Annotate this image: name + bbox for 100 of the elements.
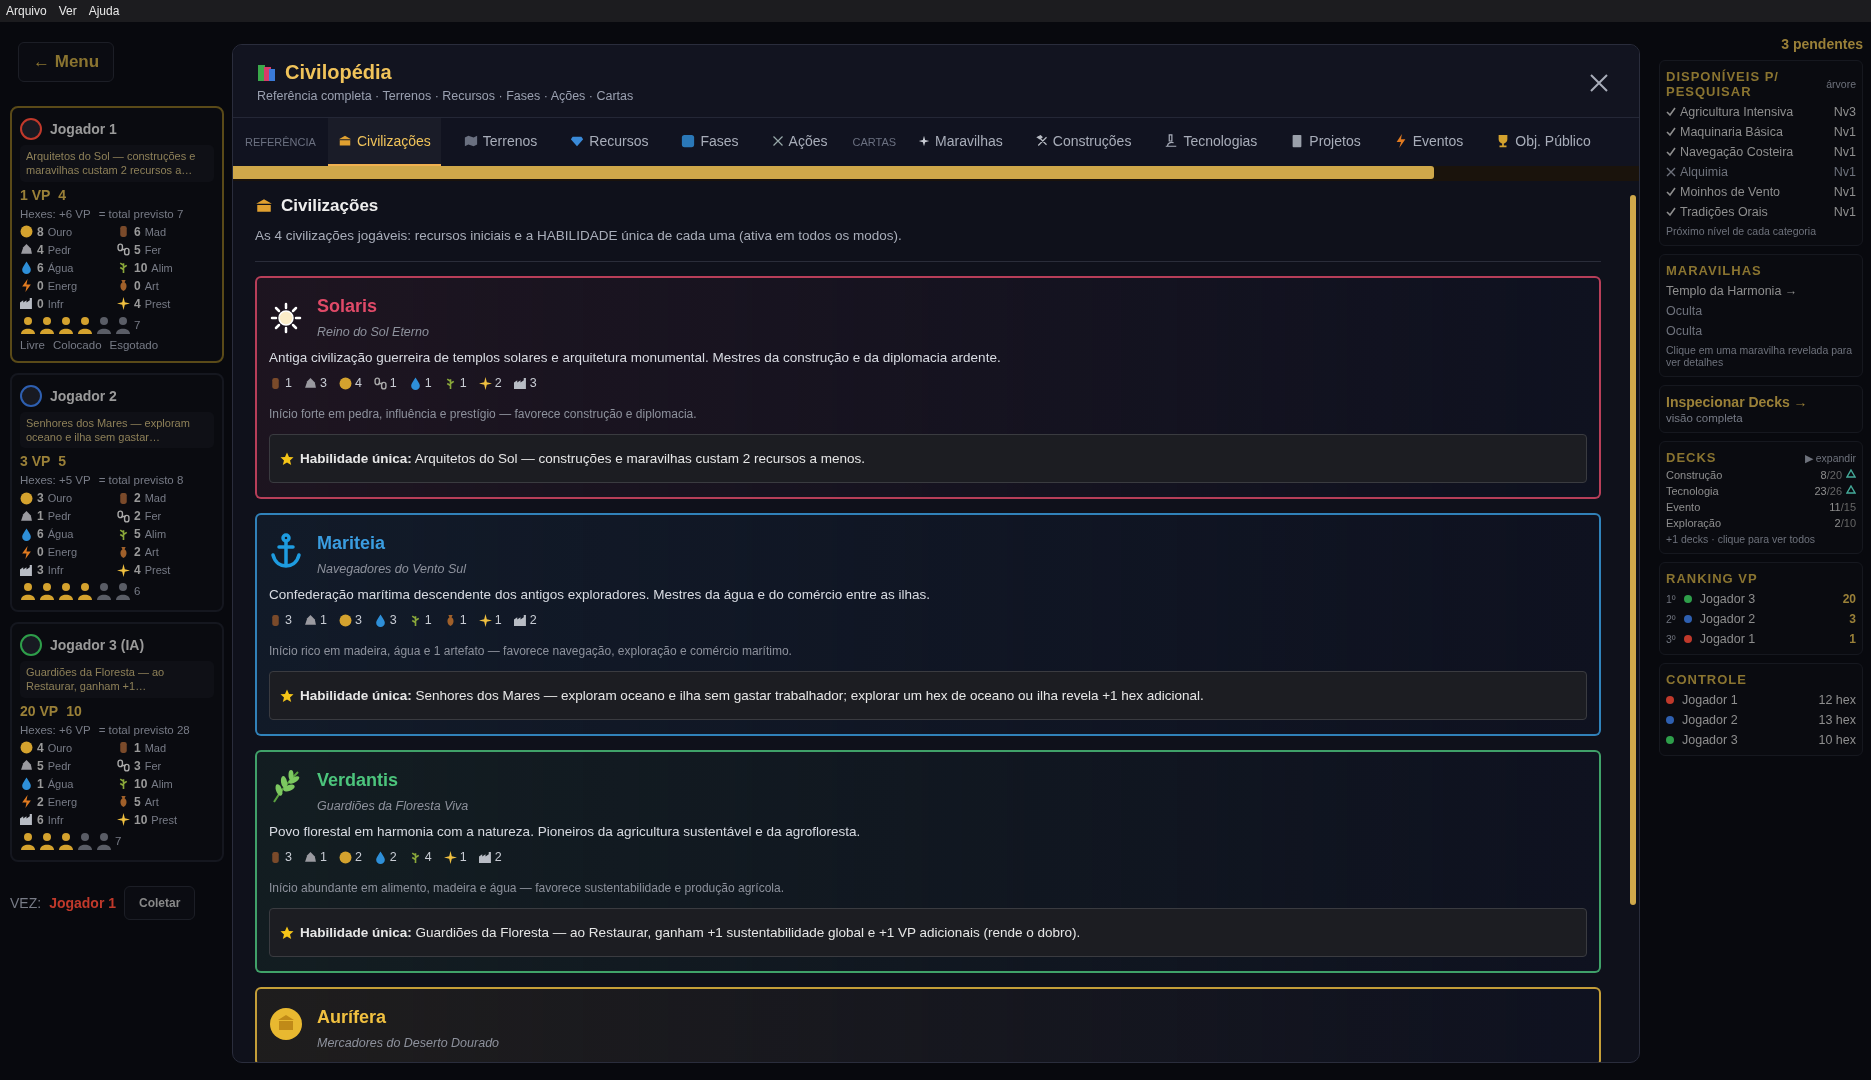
books-icon [257, 62, 277, 83]
hex-count: 10 hex [1818, 733, 1856, 747]
tab[interactable]: Recursos [560, 118, 659, 166]
tab[interactable]: Ações [761, 118, 838, 166]
resource-amount: 3 [529, 376, 537, 390]
worker-icon [58, 315, 74, 334]
chain-icon [117, 759, 130, 773]
resource-amount: 3 [389, 613, 397, 627]
microscope-icon [1164, 134, 1179, 148]
tab[interactable]: Civilizações [327, 118, 441, 166]
resource-amount: 0 [134, 278, 141, 293]
resource-amount: 1 [424, 376, 432, 390]
research-item[interactable]: Navegação Costeira Nv1 [1666, 145, 1856, 159]
stone-icon [303, 850, 317, 864]
horizontal-scrollbar[interactable] [233, 166, 1639, 181]
tab[interactable]: Tecnologias [1154, 118, 1268, 166]
map-icon [463, 134, 478, 148]
worker-icon [96, 582, 112, 601]
bolt-icon [20, 795, 33, 809]
inspect-decks-button[interactable]: Inspecionar Decks → visão completa [1659, 385, 1863, 433]
tab[interactable]: Fases [671, 118, 749, 166]
log-icon [117, 491, 130, 505]
resource-name: Ouro [47, 225, 73, 238]
resource-amount: 2 [134, 545, 141, 560]
chain-icon [117, 243, 130, 257]
wonder-item[interactable]: Oculta [1666, 304, 1856, 318]
civilization-name: Solaris [317, 296, 379, 317]
drop-icon [373, 613, 387, 627]
tab[interactable]: Terrenos [453, 118, 548, 166]
menu-item[interactable]: Ver [54, 2, 81, 20]
resource-amount: 3 [37, 563, 44, 578]
legend-text: Colocado [52, 338, 102, 351]
resource-amount: 0 [37, 278, 44, 293]
civilization-epithet: Reino do Sol Eterno [317, 325, 429, 339]
resource-amount: 1 [319, 850, 327, 864]
sparkle-icon [117, 297, 130, 311]
resource-amount: 3 [285, 613, 292, 627]
vp-count: 20 VP [20, 702, 59, 719]
legend-text: Livre [20, 338, 45, 351]
hammer-icon [1035, 135, 1048, 147]
sparkle-icon [443, 850, 457, 864]
resource-name: Água [47, 777, 74, 790]
resource-name: Pedr [47, 759, 71, 772]
resource-amount: 5 [37, 758, 44, 773]
player-name: Jogador 3 [1682, 733, 1739, 747]
coin-icon [338, 613, 352, 627]
resource-amount: 1 [134, 740, 141, 755]
resource-amount: 1 [285, 376, 292, 390]
expand-link[interactable]: ▶ expandir [1804, 451, 1856, 464]
collect-button[interactable]: Coletar [124, 885, 196, 920]
turn-player: Jogador 1 [49, 894, 117, 911]
close-icon [1589, 73, 1609, 93]
coin-icon [20, 225, 33, 239]
log-icon [117, 225, 130, 239]
sparkle-icon [478, 376, 492, 390]
research-item[interactable]: Tradições Orais Nv1 [1666, 205, 1856, 219]
resource-amount: 1 [37, 509, 44, 524]
resource-name: Pedr [47, 510, 71, 523]
section-title: RANKING VP [1666, 571, 1759, 586]
section-title: DECKS [1666, 450, 1717, 465]
tab[interactable]: Construções [1025, 118, 1142, 166]
wonder-item[interactable]: Oculta [1666, 324, 1856, 338]
menu-button[interactable]: ← Menu [18, 42, 115, 82]
hint-text: Clique em uma maravilha revelada para ver detalhes [1666, 344, 1854, 368]
tab[interactable]: Eventos [1383, 118, 1474, 166]
tree-link[interactable]: árvore [1826, 78, 1856, 90]
menu-item[interactable]: Arquivo [2, 2, 51, 20]
tab[interactable]: Maravilhas [908, 118, 1013, 166]
resource-name: Mad [144, 225, 167, 238]
research-item[interactable]: Agricultura Intensiva Nv3 [1666, 105, 1856, 119]
resource-name: Ouro [47, 741, 73, 754]
resource-amount: 5 [134, 242, 141, 257]
menu-item[interactable]: Ajuda [84, 2, 124, 20]
resource-amount: 1 [389, 376, 397, 390]
hint-text: Próximo nível de cada categoria [1666, 225, 1817, 237]
hexes-text: Hexes: +6 VP [20, 723, 91, 736]
player-name: Jogador 2 [1699, 612, 1757, 626]
research-item[interactable]: Moinhos de Vento Nv1 [1666, 185, 1856, 199]
ability-text: Guardiões da Floresta — ao Restaurar, ganham +1… [20, 661, 214, 698]
civilization-epithet: Guardiões da Floresta Viva [317, 799, 469, 813]
turn-label: VEZ: [10, 894, 42, 911]
deck-row: Construção 8/20 [1666, 469, 1856, 481]
tab[interactable]: Obj. Público [1486, 118, 1601, 166]
factory-icon [20, 813, 33, 827]
deck-row: Evento 11/15 [1666, 501, 1856, 513]
swords-icon [771, 135, 784, 147]
sparkle-icon [478, 613, 492, 627]
research-item[interactable]: Alquimia Nv1 [1666, 165, 1856, 179]
resource-name: Energ [47, 546, 78, 559]
worker-icon [77, 315, 93, 334]
player-name: Jogador 2 [1682, 713, 1739, 727]
stone-icon [303, 613, 317, 627]
wonder-item[interactable]: Templo da Harmonia → [1666, 284, 1856, 298]
star-icon [280, 925, 294, 940]
tab[interactable]: Projetos [1280, 118, 1371, 166]
resource-amount: 0 [37, 545, 44, 560]
resource-name: Fer [144, 510, 162, 523]
coin-icon [338, 850, 352, 864]
factory-icon [513, 613, 527, 627]
research-item[interactable]: Maquinaria Básica Nv1 [1666, 125, 1856, 139]
